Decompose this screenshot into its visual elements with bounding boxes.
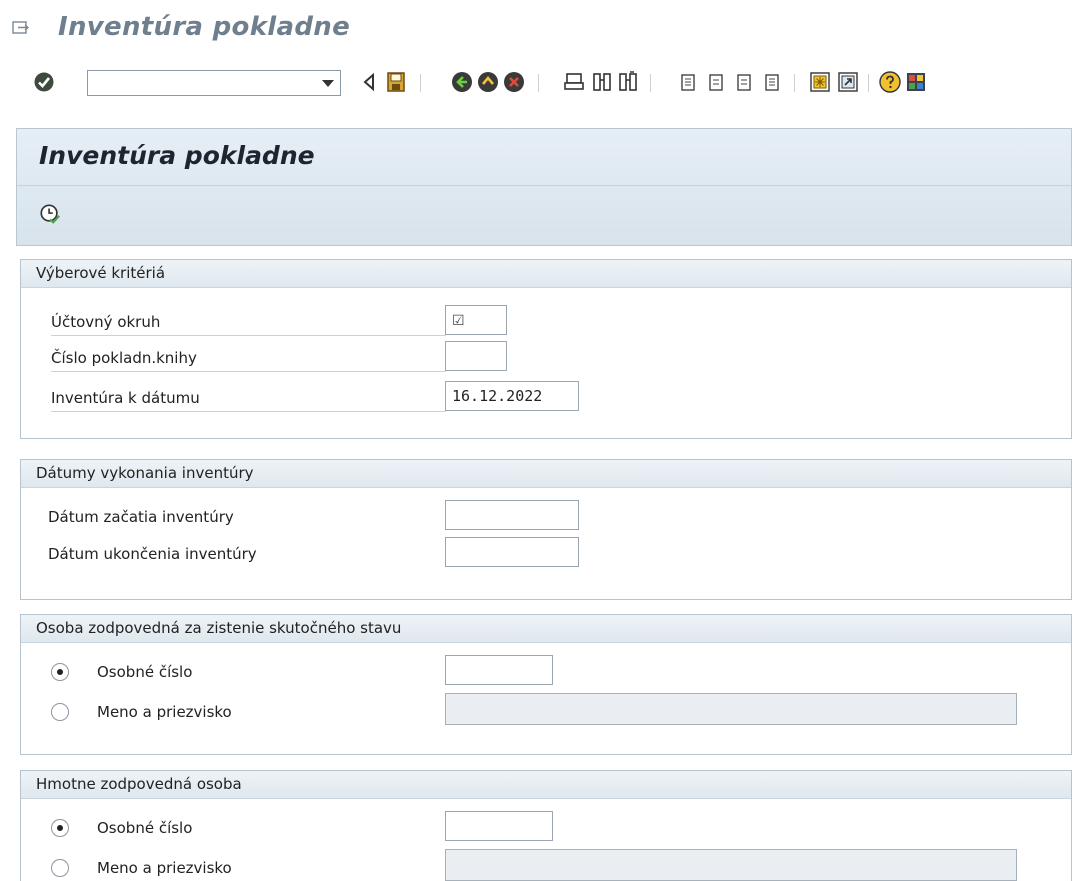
exit-icon[interactable] xyxy=(476,70,500,94)
full-name-radio[interactable] xyxy=(51,859,69,877)
end-date-input[interactable] xyxy=(445,537,579,567)
find-icon[interactable] xyxy=(590,70,614,94)
start-date-label: Dátum začatia inventúry xyxy=(48,508,234,526)
personnel-number-label: Osobné číslo xyxy=(97,819,193,837)
full-name-input xyxy=(445,693,1017,725)
screen-title: Inventúra pokladne xyxy=(39,141,315,170)
help-icon[interactable] xyxy=(878,70,902,94)
layout-icon[interactable] xyxy=(904,70,928,94)
required-checkbox-icon: ☑ xyxy=(452,313,465,329)
selection-criteria-group: Výberové kritériá Účtovný okruh ☑ Číslo … xyxy=(20,259,1072,439)
inventory-date-input[interactable]: 16.12.2022 xyxy=(445,381,579,411)
execute-clock-icon[interactable] xyxy=(39,203,61,225)
personnel-number-input[interactable] xyxy=(445,811,553,841)
liable-person-group: Hmotne zodpovedná osoba Osobné číslo Men… xyxy=(20,770,1072,881)
inventory-date-label: Inventúra k dátumu xyxy=(51,389,200,407)
full-name-label: Meno a priezvisko xyxy=(97,859,232,877)
last-page-icon[interactable] xyxy=(760,70,784,94)
full-name-input xyxy=(445,849,1017,881)
window-title: Inventúra pokladne xyxy=(58,12,351,42)
dropdown-arrow-icon[interactable] xyxy=(322,80,334,87)
header-divider xyxy=(17,185,1071,186)
screen-header: Inventúra pokladne xyxy=(16,128,1072,246)
company-code-label: Účtovný okruh xyxy=(51,313,161,331)
group-title: Osoba zodpovedná za zistenie skutočného … xyxy=(21,615,1071,643)
full-name-radio[interactable] xyxy=(51,703,69,721)
personnel-number-radio[interactable] xyxy=(51,663,69,681)
shortcut-icon[interactable] xyxy=(836,70,860,94)
next-page-icon[interactable] xyxy=(732,70,756,94)
personnel-number-radio[interactable] xyxy=(51,819,69,837)
save-icon[interactable] xyxy=(384,70,408,94)
back-small-icon[interactable] xyxy=(358,70,382,94)
cancel-icon[interactable] xyxy=(502,70,526,94)
personnel-number-label: Osobné číslo xyxy=(97,663,193,681)
actual-state-responsible-group: Osoba zodpovedná za zistenie skutočného … xyxy=(20,614,1072,755)
cash-journal-input[interactable] xyxy=(445,341,507,371)
company-code-input[interactable]: ☑ xyxy=(445,305,507,335)
end-date-label: Dátum ukončenia inventúry xyxy=(48,545,257,563)
new-session-icon[interactable] xyxy=(808,70,832,94)
first-page-icon[interactable] xyxy=(676,70,700,94)
window-title-bar: Inventúra pokladne xyxy=(0,0,1072,60)
personnel-number-input[interactable] xyxy=(445,655,553,685)
find-next-icon[interactable] xyxy=(616,70,640,94)
previous-page-icon[interactable] xyxy=(704,70,728,94)
print-icon[interactable] xyxy=(562,70,586,94)
command-field[interactable] xyxy=(87,70,341,96)
system-toolbar xyxy=(0,62,1072,112)
window-menu-icon[interactable] xyxy=(12,20,30,36)
inventory-dates-group: Dátumy vykonania inventúry Dátum začatia… xyxy=(20,459,1072,600)
back-icon[interactable] xyxy=(450,70,474,94)
group-title: Hmotne zodpovedná osoba xyxy=(21,771,1071,799)
start-date-input[interactable] xyxy=(445,500,579,530)
group-title: Dátumy vykonania inventúry xyxy=(21,460,1071,488)
full-name-label: Meno a priezvisko xyxy=(97,703,232,721)
enter-icon[interactable] xyxy=(32,70,56,94)
group-title: Výberové kritériá xyxy=(21,260,1071,288)
cash-journal-label: Číslo pokladn.knihy xyxy=(51,349,197,367)
